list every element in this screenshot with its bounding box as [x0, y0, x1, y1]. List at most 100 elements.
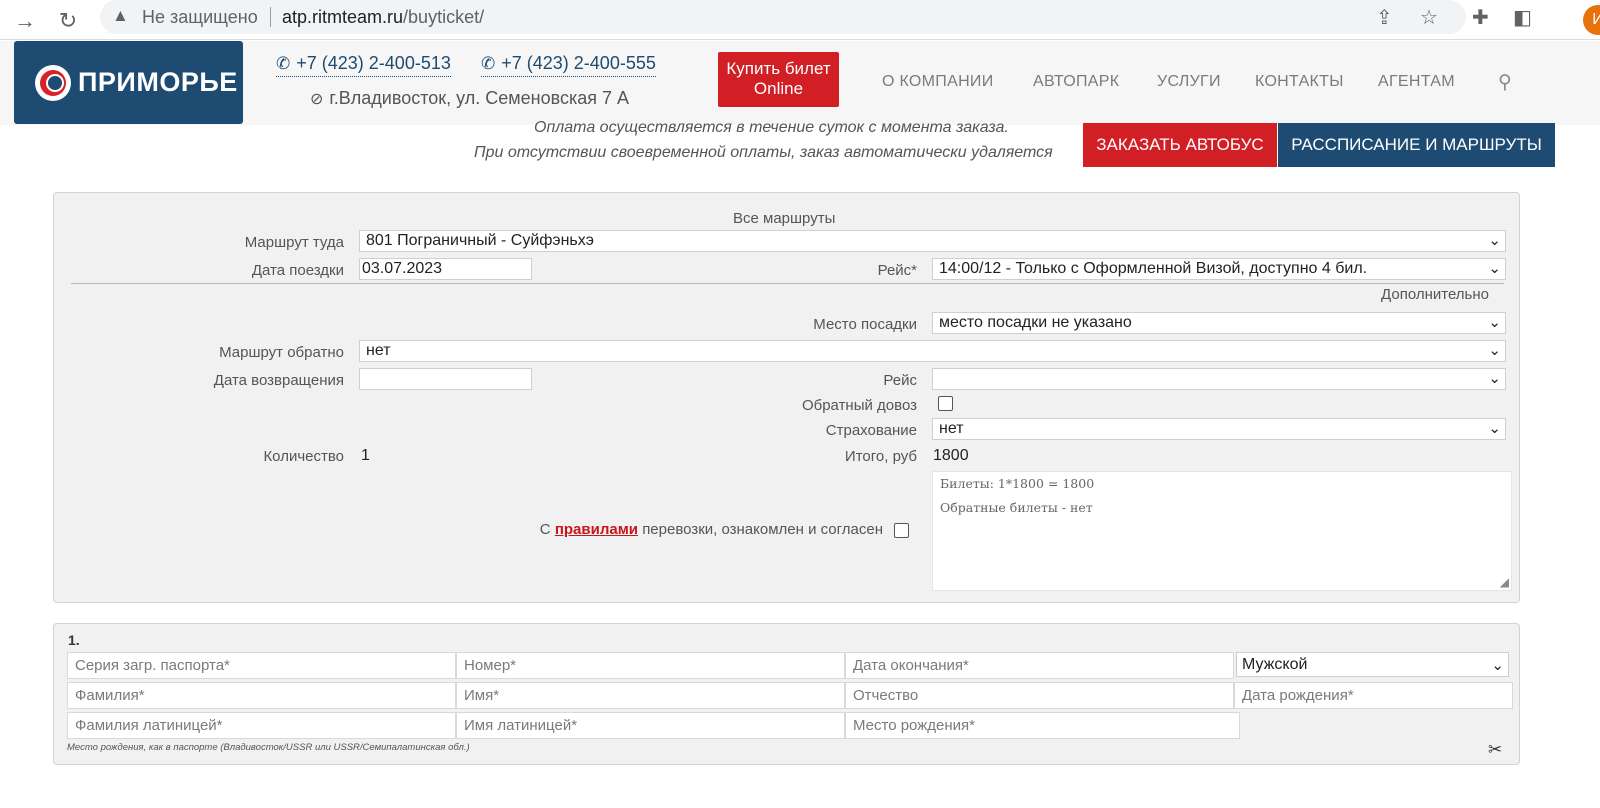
- chevron-down-icon: ⌄: [1488, 370, 1501, 387]
- agreement-suffix: перевозки, ознакомлен и согласен: [642, 521, 883, 538]
- route-there-label: Маршрут туда: [244, 234, 344, 251]
- first-name-input[interactable]: Имя*: [456, 682, 845, 709]
- trip-value: 14:00/12 - Только с Оформленной Визой, д…: [939, 260, 1368, 277]
- trip-select[interactable]: 14:00/12 - Только с Оформленной Визой, д…: [932, 258, 1506, 280]
- menu-about[interactable]: О КОМПАНИИ: [882, 73, 994, 91]
- section-divider: [71, 283, 1504, 284]
- total-value: 1800: [933, 447, 969, 464]
- menu-agents[interactable]: АГЕНТАМ: [1378, 73, 1455, 91]
- payment-notice-2: При отсутствии своевременной оплаты, зак…: [474, 144, 1053, 161]
- last-name-latin-input[interactable]: Фамилия латиницей*: [67, 712, 456, 739]
- url-host: atp.ritmteam.ru: [282, 7, 404, 27]
- return-transfer-checkbox[interactable]: [938, 396, 953, 411]
- return-trip-select[interactable]: ⌄: [932, 368, 1506, 390]
- gender-select[interactable]: Мужской ⌄: [1236, 652, 1509, 677]
- birth-date-input[interactable]: Дата рождения*: [1234, 682, 1513, 709]
- route-there-value: 801 Пограничный - Суйфэньхэ: [366, 232, 594, 249]
- passenger-number: 1.: [68, 632, 80, 648]
- return-date-input[interactable]: [359, 368, 532, 390]
- phone-icon: ✆: [276, 54, 291, 73]
- phone-number-2: +7 (423) 2-400-555: [501, 53, 656, 73]
- site-logo[interactable]: ПРИМОРЬЕ: [14, 41, 243, 124]
- trip-label: Рейс*: [877, 262, 917, 279]
- birth-place-input[interactable]: Место рождения*: [845, 712, 1240, 739]
- agreement-text: С правилами перевозки, ознакомлен и согл…: [434, 521, 883, 538]
- side-panel-icon[interactable]: ◧: [1513, 5, 1532, 30]
- chevron-down-icon: ⌄: [1488, 232, 1501, 249]
- route-there-select[interactable]: 801 Пограничный - Суйфэньхэ ⌄: [359, 230, 1506, 252]
- route-back-label: Маршрут обратно: [219, 344, 344, 361]
- return-transfer-label: Обратный довоз: [801, 397, 917, 414]
- address-bar[interactable]: ▲ Не защищено atp.ritmteam.ru/buyticket/…: [100, 0, 1466, 34]
- route-back-value: нет: [366, 342, 391, 359]
- menu-fleet[interactable]: АВТОПАРК: [1033, 73, 1119, 91]
- agreement-prefix: С: [539, 521, 551, 538]
- buy-ticket-online-button[interactable]: Купить билет Online: [718, 52, 839, 107]
- phone-number-1: +7 (423) 2-400-513: [296, 53, 451, 73]
- payment-notice-1: Оплата осуществляется в течение суток с …: [534, 119, 1009, 136]
- phone-link-1[interactable]: ✆ +7 (423) 2-400-513: [276, 53, 451, 77]
- chevron-down-icon: ⌄: [1491, 657, 1504, 674]
- address: ⊘ г.Владивосток, ул. Семеновская 7 А: [310, 88, 629, 109]
- booking-form: Все маршруты Маршрут туда 801 Пограничны…: [53, 192, 1520, 603]
- summary-return-tickets: Обратные билеты - нет: [940, 500, 1093, 515]
- extensions-icon[interactable]: ✚: [1472, 5, 1489, 30]
- url-text[interactable]: atp.ritmteam.ru/buyticket/: [282, 7, 484, 28]
- site-header: ПРИМОРЬЕ ✆ +7 (423) 2-400-513 ✆ +7 (423) 2…: [0, 41, 1600, 125]
- menu-contacts[interactable]: КОНТАКТЫ: [1255, 73, 1344, 91]
- chevron-down-icon: ⌄: [1488, 260, 1501, 277]
- middle-name-input[interactable]: Отчество: [845, 682, 1234, 709]
- trip-date-label: Дата поездки: [251, 262, 344, 279]
- search-icon[interactable]: ⚲: [1498, 71, 1512, 94]
- boarding-place-select[interactable]: место посадки не указано ⌄: [932, 312, 1506, 334]
- warning-icon: ▲: [112, 6, 129, 25]
- resize-handle-icon[interactable]: ◢: [1500, 575, 1509, 589]
- bookmark-star-icon[interactable]: ☆: [1420, 5, 1438, 30]
- browser-toolbar: → ↻ ▲ Не защищено atp.ritmteam.ru/buytic…: [0, 0, 1600, 40]
- share-icon[interactable]: ⇪: [1376, 5, 1393, 30]
- additional-options-link[interactable]: Дополнительно: [1334, 286, 1489, 303]
- phone-link-2[interactable]: ✆ +7 (423) 2-400-555: [481, 53, 656, 77]
- order-summary-textarea[interactable]: Билеты: 1*1800 = 1800 Обратные билеты - …: [932, 471, 1512, 591]
- trip-date-input[interactable]: 03.07.2023: [359, 258, 532, 280]
- chevron-down-icon: ⌄: [1488, 314, 1501, 331]
- security-status: Не защищено: [142, 7, 258, 27]
- quantity-value: 1: [361, 447, 370, 464]
- insurance-select[interactable]: нет ⌄: [932, 418, 1506, 440]
- passenger-form: 1. Серия загр. паспорта* Номер* Дата око…: [53, 623, 1520, 765]
- route-back-select[interactable]: нет ⌄: [359, 340, 1506, 362]
- birth-place-hint: Место рождения, как в паспорте (Владивос…: [67, 742, 470, 753]
- scissors-icon[interactable]: ✂: [1488, 740, 1502, 760]
- last-name-input[interactable]: Фамилия*: [67, 682, 456, 709]
- menu-services[interactable]: УСЛУГИ: [1157, 73, 1221, 91]
- forward-icon[interactable]: →: [10, 6, 40, 36]
- address-text: г.Владивосток, ул. Семеновская 7 А: [329, 88, 630, 108]
- return-date-label: Дата возвращения: [213, 372, 344, 389]
- order-bus-button[interactable]: ЗАКАЗАТЬ АВТОБУС: [1083, 123, 1277, 167]
- logo-text: ПРИМОРЬЕ: [78, 67, 238, 97]
- chevron-down-icon: ⌄: [1488, 342, 1501, 359]
- all-routes-link[interactable]: Все маршруты: [733, 210, 835, 227]
- insurance-value: нет: [939, 420, 964, 437]
- insurance-label: Страхование: [825, 422, 917, 439]
- url-path: /buyticket/: [403, 7, 485, 27]
- return-trip-label: Рейс: [883, 372, 917, 389]
- gender-value: Мужской: [1242, 656, 1308, 673]
- rules-link[interactable]: правилами: [555, 521, 638, 538]
- agreement-checkbox[interactable]: [894, 523, 909, 538]
- reload-icon[interactable]: ↻: [53, 6, 83, 36]
- passport-number-input[interactable]: Номер*: [456, 652, 845, 679]
- quantity-label: Количество: [263, 448, 344, 465]
- schedule-routes-button[interactable]: РАССПИСАНИЕ И МАРШРУТЫ: [1278, 123, 1555, 167]
- phone-icon: ✆: [481, 54, 496, 73]
- buy-button-line1: Купить билет: [726, 59, 831, 78]
- first-name-latin-input[interactable]: Имя латиницей*: [456, 712, 845, 739]
- passport-series-input[interactable]: Серия загр. паспорта*: [67, 652, 456, 679]
- logo-emblem-icon: [35, 65, 71, 101]
- profile-avatar[interactable]: И: [1583, 5, 1600, 35]
- summary-tickets: Билеты: 1*1800 = 1800: [940, 476, 1095, 491]
- passport-expiry-input[interactable]: Дата окончания*: [845, 652, 1234, 679]
- chevron-down-icon: ⌄: [1488, 420, 1501, 437]
- location-icon: ⊘: [310, 91, 324, 108]
- boarding-place-label: Место посадки: [813, 316, 917, 333]
